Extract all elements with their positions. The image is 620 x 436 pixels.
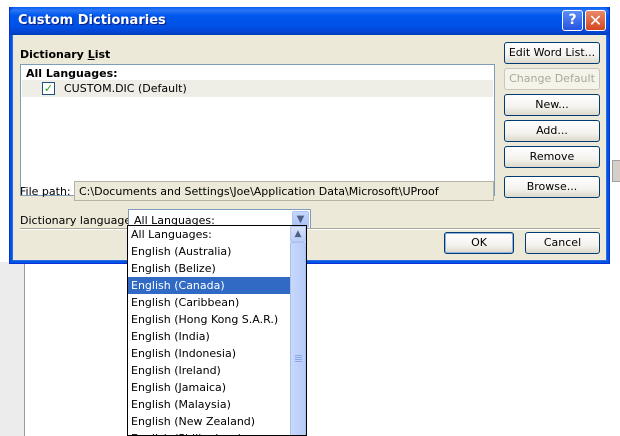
- dropdown-option[interactable]: English (Philippines): [128, 430, 291, 435]
- file-path-label: File path:: [20, 185, 71, 198]
- help-button[interactable]: ?: [562, 10, 583, 31]
- cancel-button[interactable]: Cancel: [525, 232, 600, 254]
- dialog-title: Custom Dictionaries: [18, 13, 166, 28]
- dropdown-option[interactable]: English (Hong Kong S.A.R.): [128, 311, 291, 328]
- dropdown-option[interactable]: English (Malaysia): [128, 396, 291, 413]
- dropdown-scrollbar[interactable]: ▲: [290, 226, 306, 435]
- ok-button[interactable]: OK: [444, 232, 514, 254]
- dropdown-option[interactable]: English (India): [128, 328, 291, 345]
- dropdown-option[interactable]: English (Ireland): [128, 362, 291, 379]
- divider: [20, 228, 600, 230]
- remove-button[interactable]: Remove: [504, 146, 600, 168]
- change-default-button[interactable]: Change Default: [504, 68, 600, 90]
- check-icon: ✓: [43, 82, 54, 95]
- close-button[interactable]: ✕: [585, 10, 606, 31]
- browse-button[interactable]: Browse...: [504, 176, 600, 198]
- new-button[interactable]: New...: [504, 94, 600, 116]
- chevron-down-icon: ▼: [296, 214, 305, 225]
- close-icon: ✕: [588, 11, 603, 30]
- dropdown-option[interactable]: All Languages:: [128, 226, 291, 243]
- dropdown-option[interactable]: English (New Zealand): [128, 413, 291, 430]
- edit-word-list-button[interactable]: Edit Word List...: [504, 42, 600, 64]
- help-icon: ?: [568, 12, 577, 28]
- add-button[interactable]: Add...: [504, 120, 600, 142]
- background-page-edge: [24, 262, 25, 436]
- title-bar[interactable]: Custom Dictionaries ? ✕: [10, 7, 609, 35]
- background-margin: [0, 262, 24, 436]
- dictionary-checkbox[interactable]: ✓: [42, 82, 55, 95]
- list-header: All Languages:: [26, 67, 118, 80]
- background-tab: [612, 160, 620, 182]
- dictionary-list-label: Dictionary List: [20, 48, 111, 61]
- list-item-label: CUSTOM.DIC (Default): [64, 82, 187, 95]
- file-path-field: C:\Documents and Settings\Joe\Applicatio…: [74, 181, 494, 201]
- scroll-up-button[interactable]: ▲: [290, 226, 306, 242]
- dictionary-listbox[interactable]: All Languages: ✓ CUSTOM.DIC (Default): [20, 64, 495, 196]
- list-item[interactable]: ✓ CUSTOM.DIC (Default): [22, 80, 493, 97]
- dropdown-option[interactable]: English (Caribbean): [128, 294, 291, 311]
- dropdown-option[interactable]: English (Indonesia): [128, 345, 291, 362]
- dropdown-option[interactable]: English (Canada): [128, 277, 291, 294]
- dictionary-language-label: Dictionary language:: [20, 214, 135, 227]
- language-dropdown-list[interactable]: All Languages: English (Australia) English…: [127, 225, 307, 436]
- chevron-up-icon: ▲: [294, 229, 302, 239]
- dialog-client: Dictionary List All Languages: ✓ CUSTOM.…: [13, 35, 606, 260]
- scroll-thumb[interactable]: [290, 242, 306, 435]
- dropdown-option[interactable]: English (Australia): [128, 243, 291, 260]
- custom-dictionaries-dialog: Custom Dictionaries ? ✕ Dictionary List …: [9, 7, 610, 264]
- grip-icon: [295, 355, 302, 363]
- dropdown-option[interactable]: English (Belize): [128, 260, 291, 277]
- dropdown-option[interactable]: English (Jamaica): [128, 379, 291, 396]
